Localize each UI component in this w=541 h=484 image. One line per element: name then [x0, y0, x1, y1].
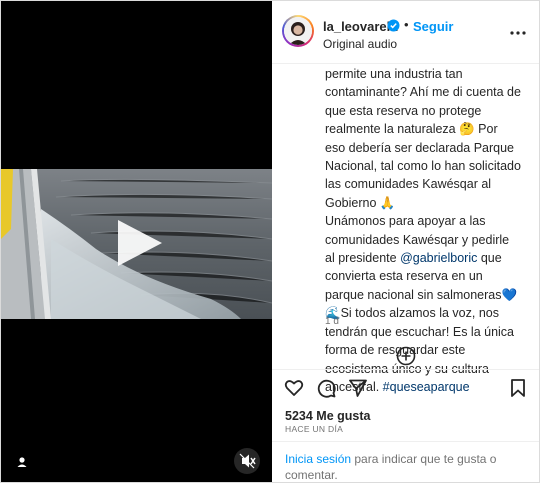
post-time-ago: HACE UN DÍA	[285, 424, 344, 434]
more-options-icon[interactable]	[508, 23, 528, 43]
post-side-panel: la_leovarela • Seguir Original audio per…	[272, 1, 539, 482]
comment-icon[interactable]	[316, 378, 336, 398]
play-icon[interactable]	[112, 216, 166, 270]
likes-count[interactable]: 5234 Me gusta	[285, 409, 370, 423]
bookmark-icon[interactable]	[508, 378, 528, 398]
post-caption: permite una industria tan contaminante? …	[325, 65, 521, 396]
paper-plane-icon[interactable]	[348, 378, 368, 398]
praying-hands-emoji: 🙏	[379, 195, 396, 210]
separator-dot: •	[404, 17, 409, 32]
post-header: la_leovarela • Seguir Original audio	[272, 1, 539, 64]
audio-link[interactable]: Original audio	[323, 37, 397, 51]
login-prompt: Inicia sesión para indicar que te gusta …	[272, 441, 539, 482]
action-bar	[272, 369, 539, 402]
avatar[interactable]	[282, 15, 314, 47]
login-link[interactable]: Inicia sesión	[285, 452, 351, 466]
blue-heart-emoji: 💙	[501, 287, 518, 302]
speaker-muted-icon	[239, 453, 256, 469]
follow-button[interactable]: Seguir	[413, 19, 453, 34]
verified-badge-icon	[387, 19, 400, 32]
user-icon[interactable]	[13, 453, 31, 471]
login-prompt-text: Inicia sesión para indicar que te gusta …	[285, 452, 525, 482]
plus-circle-icon[interactable]	[396, 346, 416, 366]
heart-icon[interactable]	[284, 378, 304, 398]
mention-link[interactable]: @gabrielboric	[400, 251, 477, 265]
video-player[interactable]	[1, 1, 272, 482]
caption-timestamp[interactable]: 1 d	[325, 316, 339, 327]
mute-button[interactable]	[234, 448, 260, 474]
post-dialog: la_leovarela • Seguir Original audio per…	[0, 0, 540, 483]
thinking-emoji: 🤔	[459, 122, 475, 137]
avatar-image	[284, 17, 312, 45]
